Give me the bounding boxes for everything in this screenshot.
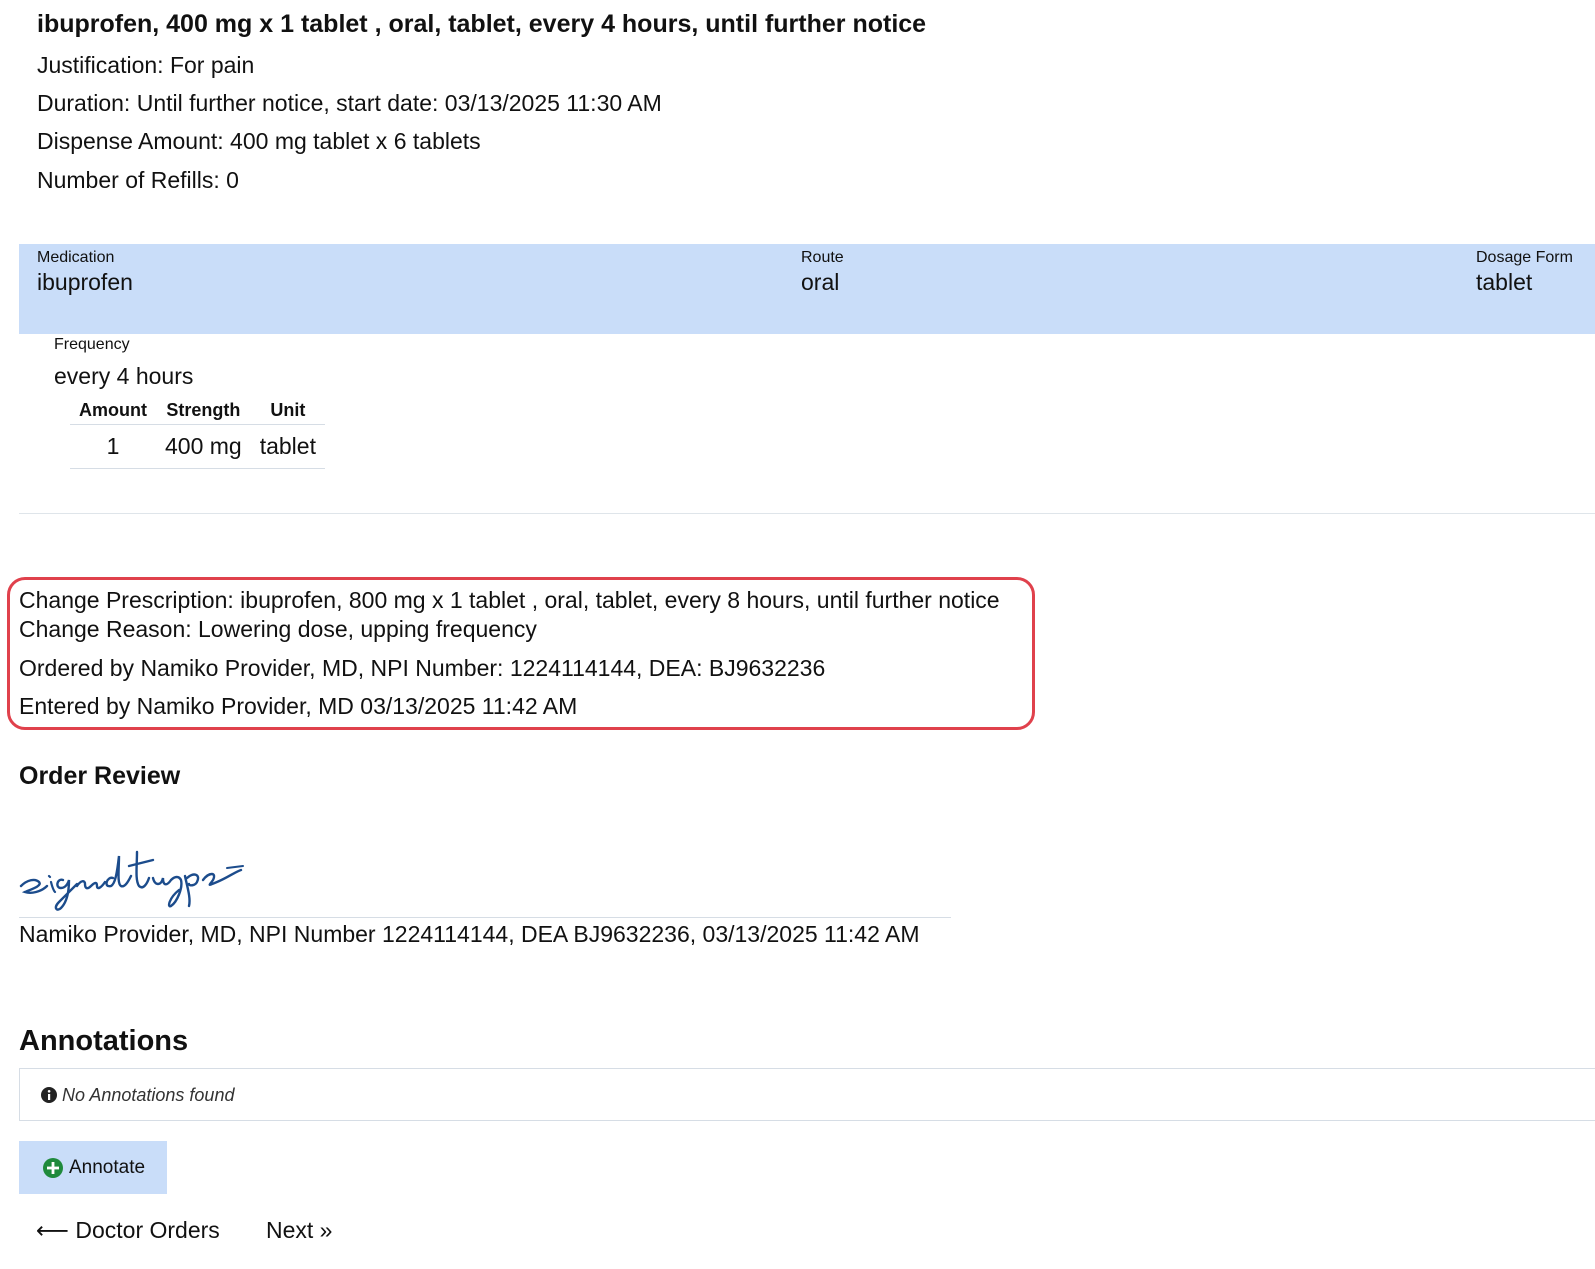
ordered-by-text: Ordered by Namiko Provider, MD, NPI Numb… [19, 655, 826, 681]
dosage-form-label: Dosage Form [1476, 249, 1573, 266]
section-divider [19, 513, 1595, 514]
route-value: oral [801, 269, 840, 295]
annotate-button[interactable]: Annotate [19, 1141, 167, 1194]
amount-header: Amount [70, 398, 156, 425]
route-label: Route [801, 249, 844, 266]
annotations-heading: Annotations [19, 1025, 189, 1057]
unit-cell: tablet [250, 424, 325, 469]
dispense-amount-text: Dispense Amount: 400 mg tablet x 6 table… [37, 128, 481, 154]
back-to-doctor-orders-link[interactable]: ⟵ Doctor Orders [36, 1215, 220, 1245]
dose-table-header-row: Amount Strength Unit [70, 398, 325, 425]
next-link[interactable]: Next » [266, 1215, 332, 1245]
no-annotations-message: No Annotations found [62, 1085, 235, 1105]
frequency-label: Frequency [54, 336, 130, 353]
plus-circle-icon [43, 1158, 63, 1178]
medication-value: ibuprofen [37, 269, 133, 295]
frequency-value: every 4 hours [54, 363, 194, 389]
medication-label: Medication [37, 249, 115, 266]
order-title: ibuprofen, 400 mg x 1 tablet , oral, tab… [37, 10, 927, 38]
dosage-form-value: tablet [1476, 269, 1533, 295]
change-prescription-text: Change Prescription: ibuprofen, 800 mg x… [19, 587, 1000, 613]
amount-cell: 1 [70, 424, 156, 469]
signature-image [19, 850, 244, 911]
signature-underline [19, 917, 951, 918]
duration-text: Duration: Until further notice, start da… [37, 90, 662, 116]
annotations-panel [19, 1068, 1595, 1121]
table-row: 1 400 mg tablet [70, 424, 325, 469]
change-reason-text: Change Reason: Lowering dose, upping fre… [19, 616, 537, 642]
annotate-button-label: Annotate [69, 1157, 146, 1178]
strength-header: Strength [155, 398, 251, 425]
order-review-heading: Order Review [19, 762, 181, 790]
dose-table: Amount Strength Unit 1 400 mg tablet [70, 398, 325, 469]
signer-details: Namiko Provider, MD, NPI Number 12241141… [19, 921, 920, 947]
justification-text: Justification: For pain [37, 52, 255, 78]
info-circle-icon [41, 1087, 57, 1103]
strength-cell: 400 mg [155, 424, 251, 469]
refills-text: Number of Refills: 0 [37, 167, 239, 193]
unit-header: Unit [250, 398, 325, 425]
entered-by-text: Entered by Namiko Provider, MD 03/13/202… [19, 693, 578, 719]
